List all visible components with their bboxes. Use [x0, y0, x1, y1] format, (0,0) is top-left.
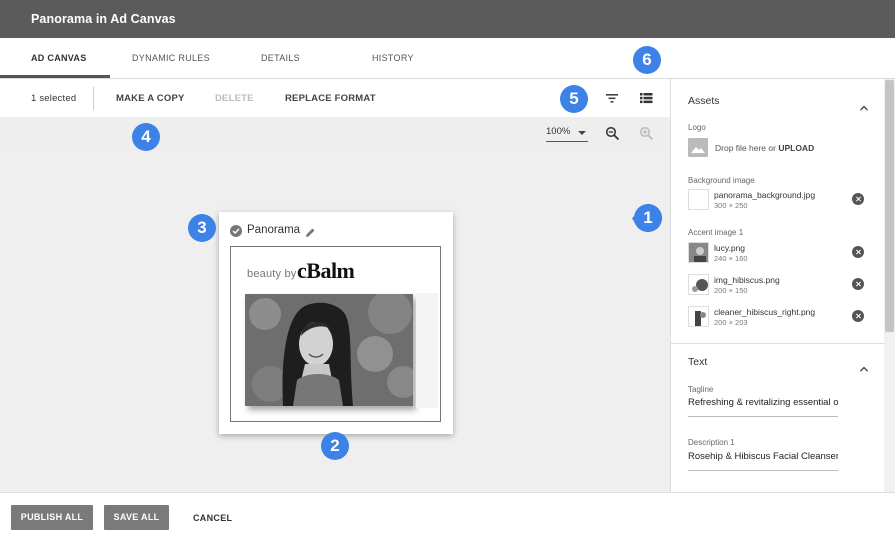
- edit-pencil-icon[interactable]: [305, 225, 316, 237]
- marker-number: 6: [642, 50, 652, 69]
- replace-format-button[interactable]: REPLACE FORMAT: [285, 93, 376, 104]
- footer: PUBLISH ALL SAVE ALL CANCEL: [0, 492, 895, 541]
- asset-item: panorama_background.jpg 300 × 250: [688, 189, 878, 217]
- tagline-input[interactable]: Refreshing & revitalizing essential oils: [688, 397, 838, 417]
- check-circle-icon[interactable]: [230, 225, 242, 237]
- callout-marker: 3: [186, 212, 218, 244]
- cancel-button[interactable]: CANCEL: [193, 513, 232, 523]
- ad-side-panel: [416, 293, 438, 408]
- accent-image-label: Accent image 1: [688, 228, 744, 237]
- asset-thumbnail: [688, 189, 709, 210]
- save-all-button[interactable]: SAVE ALL: [104, 505, 169, 530]
- marker-number: 5: [569, 89, 579, 108]
- callout-marker: 1: [632, 202, 664, 234]
- asset-name: img_hibiscus.png: [714, 275, 780, 285]
- remove-icon[interactable]: [852, 193, 864, 205]
- asset-thumbnail: [688, 274, 709, 295]
- scrollbar-thumb[interactable]: [885, 80, 894, 332]
- tagline-label: Tagline: [688, 385, 714, 394]
- zoom-in-icon[interactable]: [639, 126, 654, 141]
- app-header: Panorama in Ad Canvas: [0, 0, 895, 38]
- section-divider: [671, 343, 885, 344]
- remove-icon[interactable]: [852, 278, 864, 290]
- asset-name: panorama_background.jpg: [714, 190, 816, 200]
- callout-marker: 6: [631, 44, 663, 76]
- card-title: Panorama: [247, 224, 301, 236]
- asset-item: cleaner_hibiscus_right.png 200 × 203: [688, 306, 878, 334]
- tab-history[interactable]: HISTORY: [372, 53, 414, 63]
- remove-icon[interactable]: [852, 310, 864, 322]
- make-copy-button[interactable]: MAKE A COPY: [116, 93, 185, 104]
- ad-brand-logo: cBalm: [297, 258, 355, 283]
- description-label: Description 1: [688, 438, 735, 447]
- tab-dynamic-rules[interactable]: DYNAMIC RULES: [132, 53, 210, 63]
- scrollbar[interactable]: [884, 79, 895, 492]
- chevron-up-icon[interactable]: [860, 359, 868, 372]
- asset-dimensions: 240 × 160: [714, 254, 748, 263]
- asset-name: cleaner_hibiscus_right.png: [714, 307, 816, 317]
- callout-marker: 4: [130, 121, 162, 153]
- marker-number: 1: [643, 208, 653, 227]
- app-title: Panorama in Ad Canvas: [31, 12, 176, 26]
- marker-number: 3: [197, 218, 207, 237]
- creative-card[interactable]: Panorama beauty by cBalm: [219, 212, 453, 434]
- ad-photo: [245, 294, 413, 406]
- asset-dimensions: 200 × 203: [714, 318, 748, 327]
- asset-dimensions: 200 × 150: [714, 286, 748, 295]
- ad-tagline-prefix: beauty by: [247, 268, 297, 280]
- upload-link[interactable]: UPLOAD: [778, 143, 814, 153]
- callout-marker: 5: [558, 83, 590, 115]
- logo-dropzone[interactable]: Drop file here or UPLOAD: [715, 143, 814, 153]
- description-input[interactable]: Rosehip & Hibiscus Facial Cleanser: [688, 451, 838, 471]
- marker-number: 2: [330, 436, 340, 455]
- asset-thumbnail: [688, 242, 709, 263]
- tab-details[interactable]: DETAILS: [261, 53, 300, 63]
- image-placeholder-icon[interactable]: [688, 138, 708, 157]
- logo-label: Logo: [688, 123, 706, 132]
- background-image-label: Background image: [688, 176, 755, 185]
- toolbar-divider: [93, 87, 94, 110]
- asset-name: lucy.png: [714, 243, 746, 253]
- zoom-select[interactable]: 100%: [546, 126, 588, 142]
- dropdown-caret-icon: [578, 131, 586, 135]
- properties-panel: Assets Logo Drop file here or UPLOAD Bac…: [670, 79, 895, 492]
- zoom-bar: 100%: [0, 117, 670, 151]
- assets-section-title: Assets: [688, 95, 720, 107]
- asset-thumbnail: [688, 306, 709, 327]
- asset-item: lucy.png 240 × 160: [688, 242, 878, 270]
- remove-icon[interactable]: [852, 246, 864, 258]
- filter-icon[interactable]: [604, 90, 620, 106]
- marker-number: 4: [141, 127, 151, 146]
- tab-ad-canvas[interactable]: AD CANVAS: [31, 53, 87, 63]
- publish-all-button[interactable]: PUBLISH ALL: [11, 505, 93, 530]
- delete-button[interactable]: DELETE: [215, 93, 254, 104]
- asset-item: img_hibiscus.png 200 × 150: [688, 274, 878, 302]
- list-view-icon[interactable]: [638, 90, 654, 106]
- callout-marker: 2: [319, 430, 351, 462]
- ad-preview: beauty by cBalm: [230, 246, 441, 422]
- active-tab-indicator: [0, 75, 110, 78]
- chevron-up-icon[interactable]: [860, 98, 868, 111]
- drop-text: Drop file here or: [715, 143, 779, 153]
- zoom-out-icon[interactable]: [605, 126, 620, 141]
- selected-count: 1 selected: [31, 93, 77, 104]
- tab-bar: AD CANVAS DYNAMIC RULES DETAILS HISTORY: [0, 38, 895, 79]
- text-section-title: Text: [688, 356, 708, 368]
- zoom-level: 100%: [546, 126, 571, 137]
- asset-dimensions: 300 × 250: [714, 201, 748, 210]
